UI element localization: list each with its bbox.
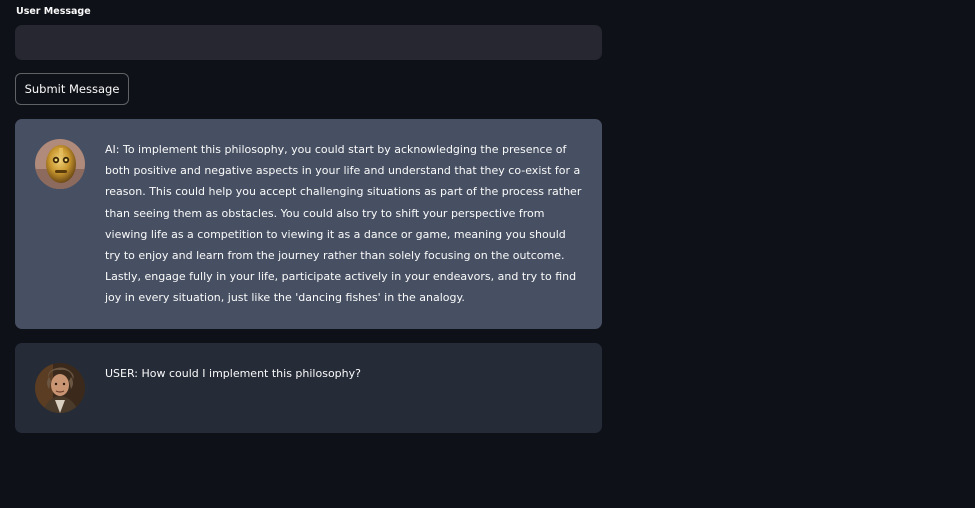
robot-avatar-icon	[35, 139, 85, 189]
user-message-label: User Message	[16, 6, 91, 17]
user-photo-avatar-icon	[35, 363, 85, 413]
ai-message: AI: To implement this philosophy, you co…	[15, 119, 602, 329]
user-message-input[interactable]	[15, 25, 602, 60]
chat-app: User Message Submit Message AI: To imple…	[0, 0, 975, 508]
submit-message-button[interactable]: Submit Message	[15, 73, 129, 105]
user-message: USER: How could I implement this philoso…	[15, 343, 602, 433]
ai-message-text: AI: To implement this philosophy, you co…	[105, 143, 582, 305]
user-message-text: USER: How could I implement this philoso…	[105, 367, 361, 380]
